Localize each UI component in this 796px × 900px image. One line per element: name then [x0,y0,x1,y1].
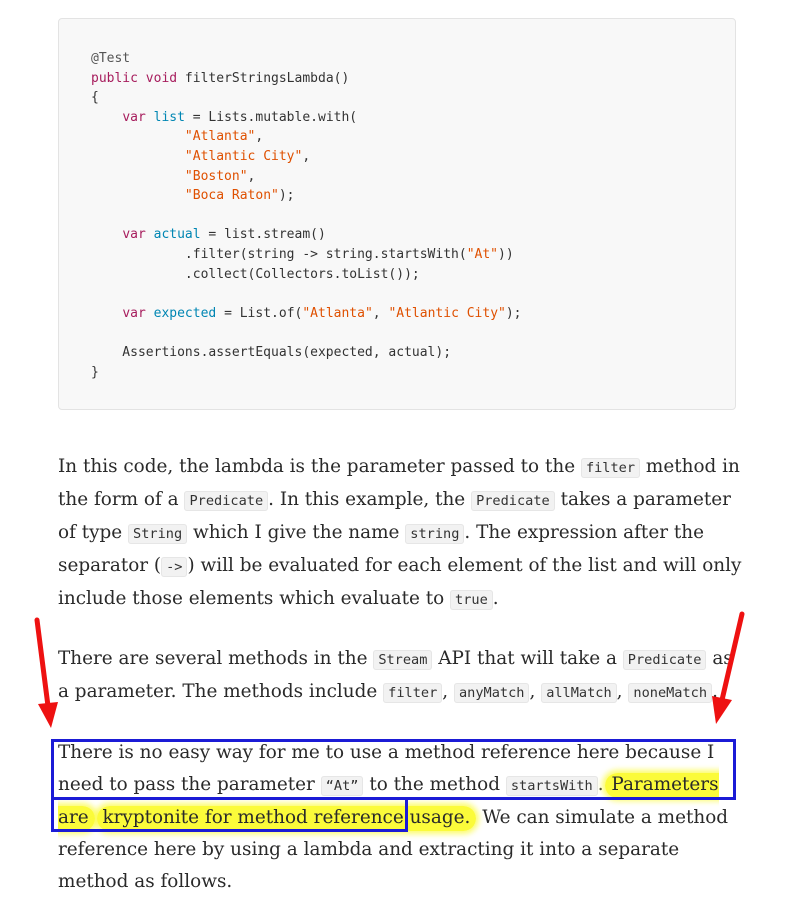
red-arrow-right-icon [712,611,745,724]
red-arrow-left-icon [34,617,58,728]
annotation-arrows [34,611,745,728]
